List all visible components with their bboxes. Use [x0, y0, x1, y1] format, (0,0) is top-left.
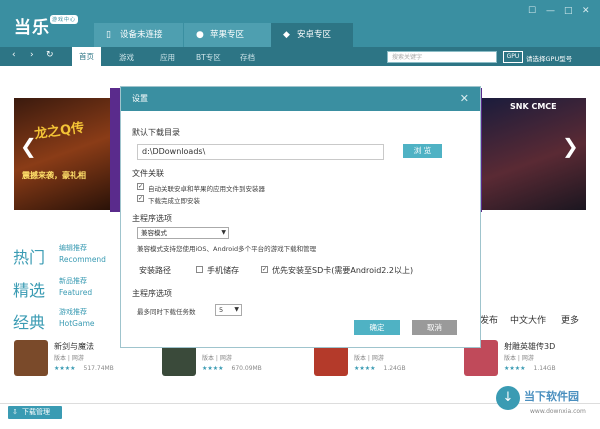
- download-manager-button[interactable]: ⇩ 下载管理: [8, 406, 62, 419]
- category-featured-sub: 新品推荐 Featured: [59, 277, 93, 297]
- ok-button[interactable]: 确定: [354, 320, 400, 335]
- chevron-down-icon: ▼: [221, 229, 226, 236]
- program-options-label-2: 主程序选项: [132, 289, 172, 298]
- category-classic-sub: 游戏推荐 HotGame: [59, 308, 95, 328]
- maximize-icon[interactable]: □: [564, 6, 573, 16]
- forward-icon[interactable]: ›: [30, 50, 34, 60]
- assoc-checkbox[interactable]: ✓: [137, 183, 144, 190]
- category-featured[interactable]: 精选: [13, 277, 45, 301]
- carousel-prev-icon[interactable]: ❮: [20, 134, 37, 158]
- max-tasks-select[interactable]: 5 ▼: [215, 304, 242, 316]
- phone-icon: ▯: [106, 30, 111, 40]
- mode-select[interactable]: 兼容模式 ▼: [137, 227, 229, 239]
- close-icon[interactable]: ✕: [582, 6, 590, 16]
- close-icon[interactable]: ✕: [460, 87, 469, 111]
- install-path-label: 安装路径: [139, 266, 171, 275]
- download-dir-input[interactable]: d:\DDownloads\: [137, 144, 384, 160]
- max-tasks-label: 最多同时下载任务数: [137, 308, 196, 316]
- search-input[interactable]: 搜索关键字: [387, 51, 497, 63]
- autoinstall-checkbox[interactable]: ✓: [137, 195, 144, 202]
- watermark-logo-icon: ↓: [496, 386, 520, 410]
- minimize-icon[interactable]: —: [546, 6, 555, 16]
- browse-button[interactable]: 浏 览: [403, 144, 442, 158]
- category-hot-sub: 编辑推荐 Recommend: [59, 244, 106, 264]
- chevron-down-icon: ▼: [234, 306, 239, 313]
- banner-edge: [110, 88, 120, 212]
- gpu-badge: GPU: [503, 51, 523, 63]
- settings-dialog: 设置 ✕ 默认下载目录 d:\DDownloads\ 浏 览 文件关联 ✓ 自动…: [120, 86, 481, 348]
- back-icon[interactable]: ‹: [12, 50, 16, 60]
- link-publish[interactable]: 发布: [480, 313, 498, 326]
- link-chinese[interactable]: 中文大作: [510, 313, 546, 326]
- tab-android[interactable]: ◆ 安卓专区: [271, 23, 353, 47]
- link-more[interactable]: 更多: [561, 313, 579, 326]
- android-icon: ◆: [283, 30, 290, 40]
- install-phone-label: 手机储存: [207, 266, 239, 275]
- install-phone-checkbox[interactable]: [196, 266, 203, 273]
- refresh-icon[interactable]: ↻: [46, 50, 54, 60]
- autoinstall-label: 下载完成立即安装: [148, 197, 200, 205]
- file-assoc-label: 文件关联: [132, 169, 164, 178]
- nav-games[interactable]: 游戏: [119, 52, 134, 63]
- download-dir-label: 默认下载目录: [132, 128, 180, 137]
- install-sd-label: 优先安装至SD卡(需要Android2.2以上): [272, 266, 414, 275]
- nav-apps[interactable]: 应用: [160, 52, 175, 63]
- game-thumbnail: [14, 340, 48, 376]
- mode-description: 兼容模式支持您使用iOS、Android多个平台的游戏下载和管理: [137, 245, 317, 253]
- cancel-button[interactable]: 取消: [412, 320, 457, 335]
- category-hot[interactable]: 热门: [13, 244, 45, 268]
- nav-saves[interactable]: 存档: [240, 52, 255, 63]
- app-logo: 当乐 游戏中心: [14, 15, 79, 38]
- category-classic[interactable]: 经典: [13, 309, 45, 333]
- skin-icon[interactable]: ☐: [528, 6, 536, 16]
- assoc-label: 自动关联安卓和苹果的应用文件到安装器: [148, 185, 265, 193]
- nav-home[interactable]: 首页: [72, 47, 101, 66]
- install-sd-checkbox[interactable]: ✓: [261, 266, 268, 273]
- gpu-select[interactable]: 请选择GPU型号: [526, 53, 572, 63]
- nav-bt[interactable]: BT专区: [196, 52, 221, 63]
- tab-device[interactable]: ▯ 设备未连接: [94, 23, 184, 47]
- download-icon: ⇩: [12, 408, 18, 416]
- watermark: ↓ 当下软件园 www.downxia.com: [496, 386, 592, 426]
- carousel-next-icon[interactable]: ❯: [562, 134, 579, 158]
- program-options-label: 主程序选项: [132, 214, 172, 223]
- tab-apple[interactable]: ● 苹果专区: [183, 23, 271, 47]
- dialog-title: 设置 ✕: [121, 87, 480, 111]
- apple-icon: ●: [196, 30, 204, 40]
